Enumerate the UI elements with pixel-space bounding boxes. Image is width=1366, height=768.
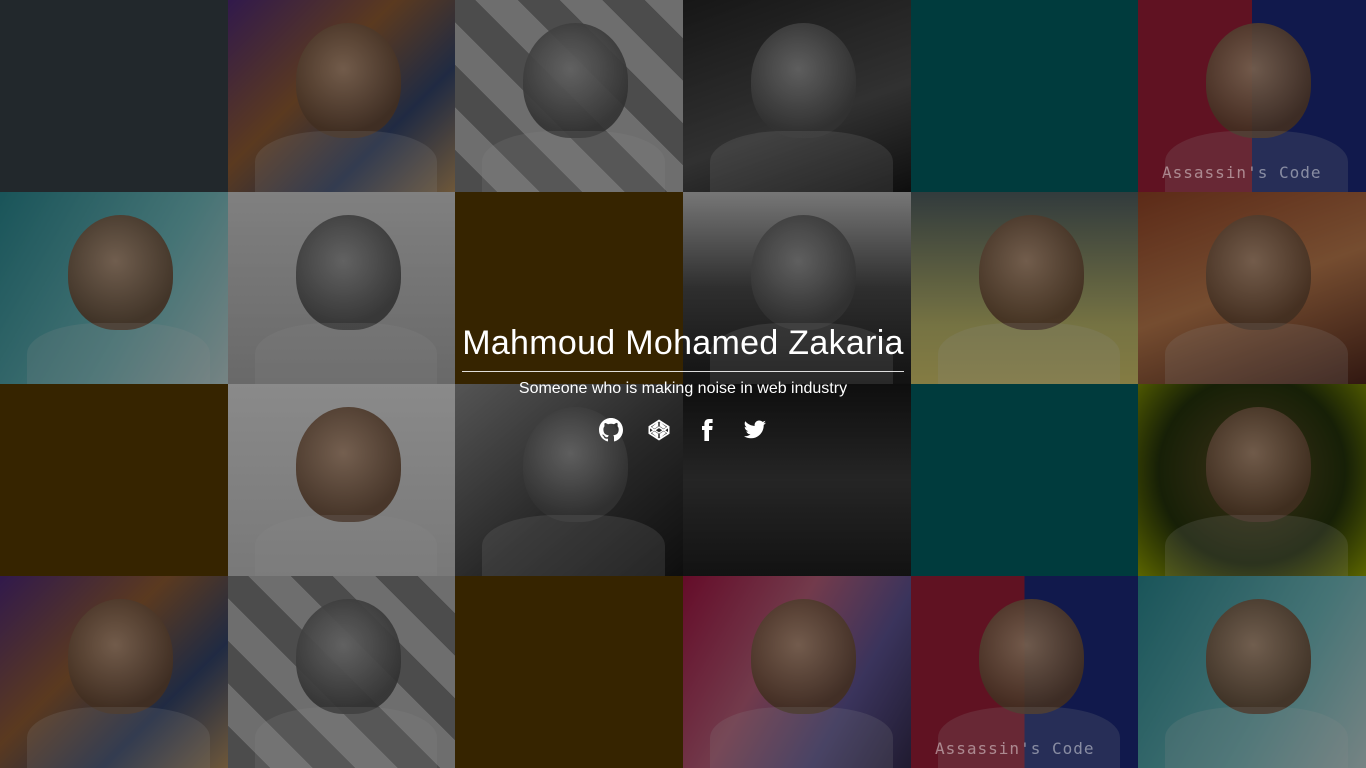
twitter-icon bbox=[744, 420, 766, 439]
mosaic-tile-solid bbox=[0, 0, 228, 192]
mosaic-tile-photo: Assassin's Code bbox=[911, 576, 1138, 768]
mosaic-tile-solid bbox=[0, 384, 228, 576]
mosaic-tile-photo bbox=[455, 0, 683, 192]
mosaic-tile-photo bbox=[1138, 576, 1366, 768]
mosaic-tile-solid bbox=[455, 192, 683, 384]
mosaic-tile-photo bbox=[0, 576, 228, 768]
codepen-icon bbox=[648, 419, 670, 441]
mosaic-tile-solid bbox=[911, 384, 1138, 576]
facebook-icon bbox=[702, 419, 713, 441]
mosaic-tile-photo bbox=[1138, 192, 1366, 384]
mosaic-tile-photo bbox=[1138, 384, 1366, 576]
github-link[interactable] bbox=[597, 416, 625, 444]
github-icon bbox=[599, 418, 623, 442]
mosaic-tile-solid bbox=[911, 0, 1138, 192]
mosaic-tile-photo: Assassin's Code bbox=[1138, 0, 1366, 192]
mosaic-tile-photo bbox=[455, 384, 683, 576]
photo-mosaic-background: Assassin's Code Assassin's Code bbox=[0, 0, 1366, 768]
mosaic-tile-photo bbox=[911, 192, 1138, 384]
mosaic-tile-photo bbox=[683, 0, 911, 192]
mosaic-tile-photo bbox=[683, 576, 911, 768]
mosaic-tile-photo bbox=[228, 192, 455, 384]
mosaic-tile-photo bbox=[228, 576, 455, 768]
mosaic-tile-photo bbox=[683, 192, 911, 384]
watermark-text: Assassin's Code bbox=[1162, 163, 1322, 182]
codepen-link[interactable] bbox=[645, 416, 673, 444]
twitter-link[interactable] bbox=[741, 416, 769, 444]
facebook-link[interactable] bbox=[693, 416, 721, 444]
social-links bbox=[597, 416, 769, 444]
mosaic-tile-photo bbox=[0, 192, 228, 384]
mosaic-tile-photo bbox=[228, 0, 455, 192]
mosaic-tile-photo bbox=[683, 384, 911, 576]
watermark-text: Assassin's Code bbox=[935, 739, 1095, 758]
mosaic-tile-photo bbox=[228, 384, 455, 576]
mosaic-tile-solid bbox=[455, 576, 683, 768]
